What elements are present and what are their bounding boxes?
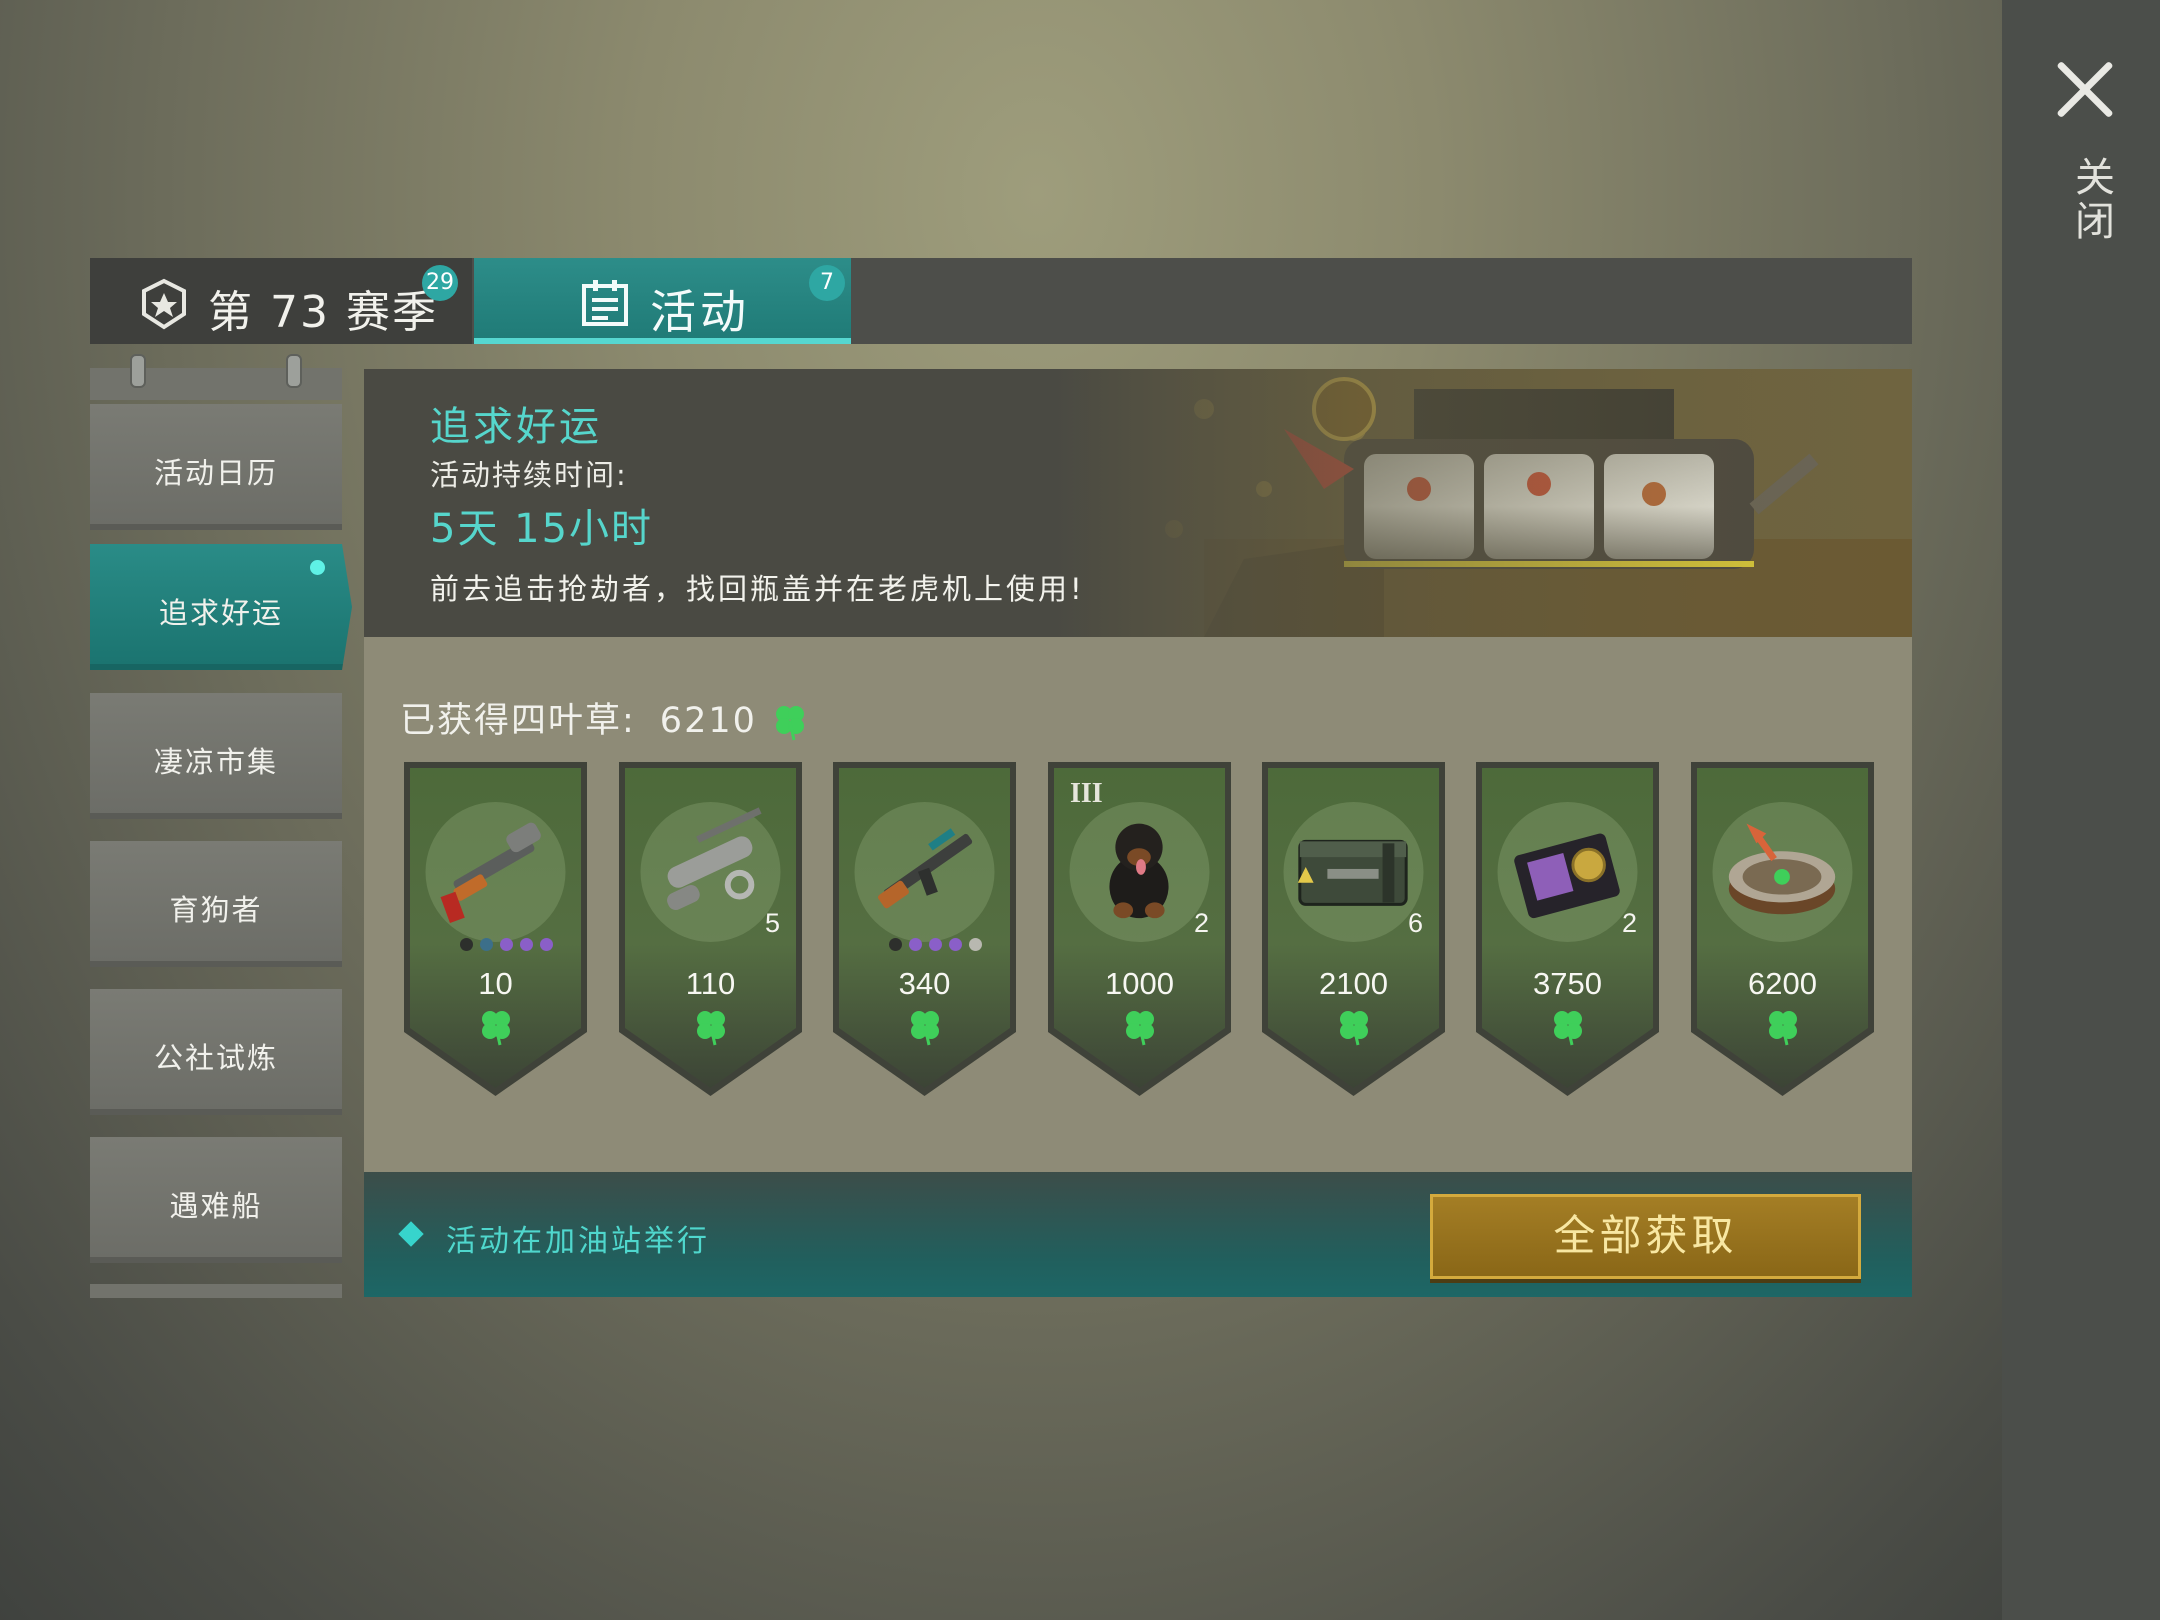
sidebar-item-label: 追求好运 <box>158 596 283 630</box>
events-badge: 7 <box>809 265 845 301</box>
calendar-icon <box>582 280 628 326</box>
four-leaf-clover-icon <box>1120 1007 1160 1051</box>
four-leaf-clover-icon <box>905 1007 945 1051</box>
clover-progress-value: 6210 <box>659 701 757 741</box>
reward-card[interactable]: 6 2100 <box>1262 762 1445 1096</box>
reward-quantity: 2 <box>1193 908 1209 938</box>
rottweiler-dog-icon <box>1109 823 1169 919</box>
sidebar-item-bleak-market[interactable]: 凄凉市集 <box>90 693 342 819</box>
rarity-dot <box>889 938 902 951</box>
reward-card[interactable]: 2 3750 <box>1476 762 1659 1096</box>
four-leaf-clover-icon <box>476 1007 516 1051</box>
four-leaf-clover-icon <box>1334 1007 1374 1051</box>
sidebar-item-label: 凄凉市集 <box>153 745 278 779</box>
rarity-dot <box>969 938 982 951</box>
reward-cost: 1000 <box>1105 966 1174 1001</box>
sidebar-peg <box>130 354 146 388</box>
event-description: 前去追击抢劫者，找回瓶盖并在老虎机上使用! <box>430 572 1085 606</box>
rocket-launcher-parts-icon <box>667 807 762 911</box>
season-shield-icon <box>142 278 186 330</box>
reward-cost: 3750 <box>1533 966 1602 1001</box>
reward-cost: 10 <box>478 966 513 1001</box>
rarity-dot <box>520 938 533 951</box>
reward-card[interactable]: 10 <box>404 762 587 1096</box>
clover-progress-label: 已获得四叶草: <box>400 701 636 741</box>
reward-cost: 2100 <box>1319 966 1388 1001</box>
reward-cost: 110 <box>685 966 736 1001</box>
sidebar-peg <box>286 354 302 388</box>
notification-dot <box>310 560 325 575</box>
police-badge-wallet-icon <box>1514 833 1620 919</box>
close-icon[interactable] <box>2054 58 2116 120</box>
event-title: 追求好运 <box>430 404 602 450</box>
reward-card[interactable]: 5 110 <box>619 762 802 1096</box>
rarity-dot <box>500 938 513 951</box>
weapon-crate-icon <box>1297 839 1408 906</box>
season-badge: 29 <box>422 265 458 301</box>
close-label[interactable]: 关闭 <box>2062 156 2120 244</box>
roulette-wheel-icon <box>1728 823 1836 915</box>
tier-label: III <box>1070 778 1103 809</box>
four-leaf-clover-icon <box>1548 1007 1588 1051</box>
rarity-dots <box>889 938 982 952</box>
reward-cost: 340 <box>898 966 951 1001</box>
shotgun-icon <box>440 822 541 923</box>
sidebar-item-event-calendar[interactable]: 活动日历 <box>90 404 342 530</box>
rarity-dots <box>460 938 553 952</box>
sidebar-bottom-bar <box>90 1284 342 1298</box>
sidebar-item-label: 育狗者 <box>169 893 263 927</box>
slot-machine-truck-illustration <box>1054 369 1912 637</box>
sidebar-item-shipwreck[interactable]: 遇难船 <box>90 1137 342 1263</box>
sidebar-item-label: 活动日历 <box>153 456 278 490</box>
event-location-text: 活动在加油站举行 <box>446 1224 710 1259</box>
reward-quantity: 2 <box>1621 908 1637 938</box>
tab-season[interactable]: 第 73 赛季 <box>90 258 472 344</box>
reward-quantity: 6 <box>1407 908 1423 938</box>
rarity-dot <box>540 938 553 951</box>
rarity-dot <box>929 938 942 951</box>
reward-cost: 6200 <box>1748 966 1817 1001</box>
sidebar-item-dog-breeder[interactable]: 育狗者 <box>90 841 342 967</box>
sidebar-item-label: 遇难船 <box>169 1189 263 1223</box>
sidebar-item-commune-trial[interactable]: 公社试炼 <box>90 989 342 1115</box>
rarity-dot <box>480 938 493 951</box>
tab-events[interactable]: 活动 <box>474 258 851 344</box>
duration-label: 活动持续时间: <box>430 458 628 492</box>
claim-all-button[interactable]: 全部获取 <box>1430 1194 1861 1279</box>
reward-card[interactable]: 340 <box>833 762 1016 1096</box>
sidebar-item-label: 公社试炼 <box>153 1041 278 1075</box>
reward-quantity: 5 <box>764 908 780 938</box>
four-leaf-clover-icon <box>1763 1007 1803 1051</box>
four-leaf-clover-icon <box>691 1007 731 1051</box>
rarity-dot <box>460 938 473 951</box>
rarity-dot <box>949 938 962 951</box>
reward-card[interactable]: 6200 <box>1691 762 1874 1096</box>
sidebar-top-bar <box>90 368 342 400</box>
reward-card[interactable]: III 2 1000 <box>1048 762 1231 1096</box>
assault-rifle-icon <box>878 828 973 909</box>
rarity-dot <box>909 938 922 951</box>
tab-season-label: 第 73 赛季 <box>208 287 438 338</box>
duration-value: 5天 15小时 <box>430 506 654 552</box>
clover-progress: 已获得四叶草: 6210 <box>400 692 810 743</box>
four-leaf-clover-icon <box>776 706 805 741</box>
tab-events-label: 活动 <box>650 285 750 339</box>
